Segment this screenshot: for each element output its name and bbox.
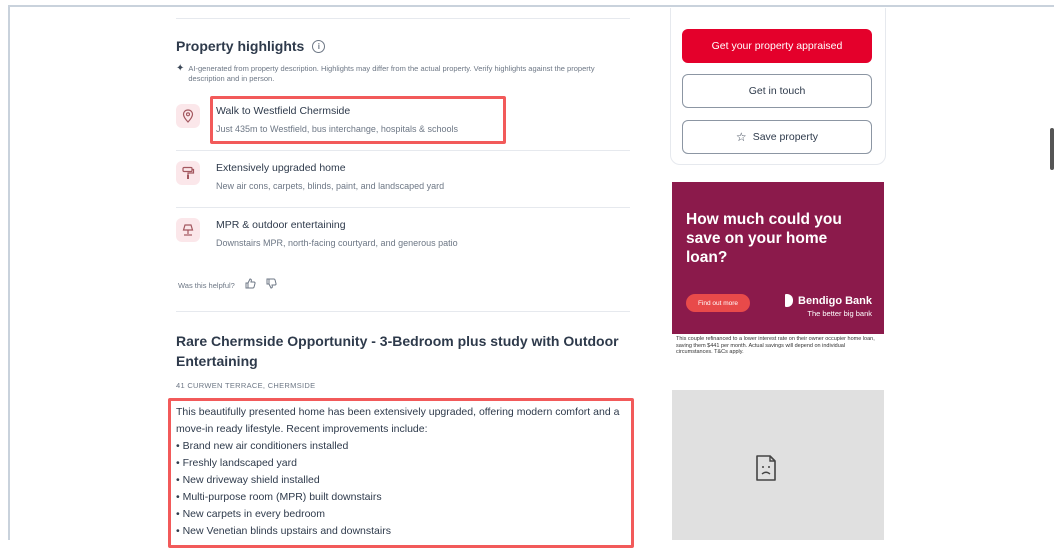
ad-brand-row: Bendigo Bank	[785, 294, 872, 307]
ad-banner[interactable]: How much could you save on your home loa…	[672, 182, 884, 358]
lamp-icon	[176, 218, 200, 242]
ad-tagline: The better big bank	[807, 309, 872, 318]
paint-roller-icon	[176, 161, 200, 185]
scrollbar-thumb[interactable]	[1050, 128, 1054, 170]
ad-find-out-more-button[interactable]: Find out more	[686, 294, 750, 312]
ad-headline: How much could you save on your home loa…	[686, 211, 842, 266]
divider	[176, 311, 630, 312]
highlight-item-upgraded: Extensively upgraded home New air cons, …	[176, 161, 630, 209]
highlight-item-mpr: MPR & outdoor entertaining Downstairs MP…	[176, 218, 630, 266]
highlights-heading: Property highlights i	[176, 38, 326, 54]
listing-address: 41 CURWEN TERRACE, CHERMSIDE	[176, 381, 316, 390]
highlight-subtitle: New air cons, carpets, blinds, paint, an…	[216, 181, 445, 191]
star-icon: ☆	[735, 130, 747, 144]
thumbs-up-icon[interactable]	[245, 278, 256, 292]
location-pin-icon	[176, 104, 200, 128]
ad-brand-name: Bendigo Bank	[798, 294, 872, 307]
highlight-title: Extensively upgraded home	[216, 162, 346, 174]
annotation-box	[168, 398, 634, 548]
bendigo-logo-icon	[785, 294, 794, 307]
helpful-label: Was this helpful?	[178, 280, 235, 290]
window-left-border	[8, 5, 10, 540]
window-top-border	[8, 5, 1054, 7]
listing-title: Rare Chermside Opportunity - 3-Bedroom p…	[176, 333, 619, 369]
ad-fine-print: This couple refinanced to a lower intere…	[672, 334, 884, 358]
ai-disclaimer: ✦ AI-generated from property description…	[176, 64, 628, 84]
info-icon[interactable]: i	[312, 39, 326, 53]
get-in-touch-button[interactable]: Get in touch	[682, 74, 872, 108]
highlight-title: MPR & outdoor entertaining	[216, 219, 346, 231]
broken-image-icon	[756, 455, 776, 481]
divider	[176, 150, 630, 151]
annotation-box	[210, 96, 506, 144]
save-property-label: Save property	[752, 131, 819, 143]
highlights-title: Property highlights	[176, 38, 305, 54]
get-appraised-button[interactable]: Get your property appraised	[682, 29, 872, 63]
ad-brand: Bendigo Bank The better big bank	[785, 294, 872, 318]
save-property-button[interactable]: ☆ Save property	[682, 120, 872, 154]
thumbs-down-icon[interactable]	[266, 278, 277, 292]
divider	[176, 207, 630, 208]
feedback-row: Was this helpful?	[178, 278, 277, 292]
ai-disclaimer-text: AI-generated from property description. …	[188, 64, 595, 83]
highlight-subtitle: Downstairs MPR, north-facing courtyard, …	[216, 238, 458, 248]
divider	[176, 18, 630, 19]
sparkle-icon: ✦	[176, 63, 185, 74]
ad-placeholder	[672, 390, 884, 540]
